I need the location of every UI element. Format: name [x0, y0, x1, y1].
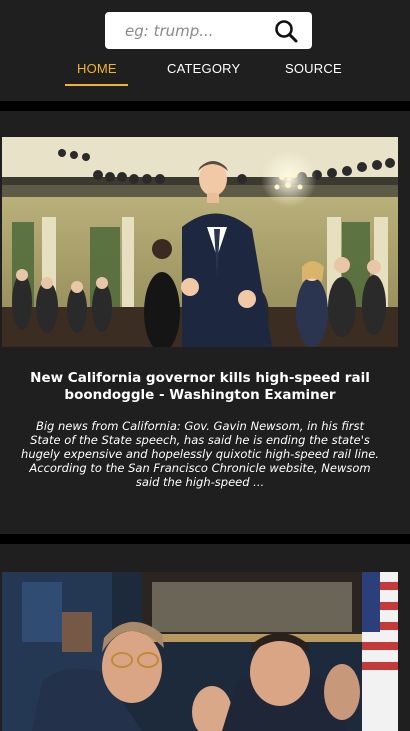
article-image[interactable] — [2, 572, 398, 731]
article-photo — [2, 572, 398, 731]
app-header: HOME CATEGORY SOURCE — [0, 0, 410, 101]
tab-source[interactable]: SOURCE — [285, 61, 342, 76]
header-divider — [0, 101, 410, 111]
top-nav: HOME CATEGORY SOURCE — [0, 58, 410, 90]
article-card[interactable] — [2, 572, 398, 731]
article-photo — [2, 137, 398, 347]
article-card[interactable]: New California governor kills high-speed… — [2, 137, 398, 534]
article-description: Big news from California: Gov. Gavin New… — [21, 419, 379, 489]
card-divider — [0, 534, 410, 544]
active-tab-indicator — [65, 84, 128, 86]
tab-home[interactable]: HOME — [77, 61, 117, 76]
article-title[interactable]: New California governor kills high-speed… — [22, 370, 378, 404]
search-bar — [105, 12, 312, 49]
search-input[interactable] — [105, 12, 270, 49]
tab-category[interactable]: CATEGORY — [167, 61, 240, 76]
search-icon[interactable] — [273, 18, 299, 44]
article-image[interactable] — [2, 137, 398, 347]
